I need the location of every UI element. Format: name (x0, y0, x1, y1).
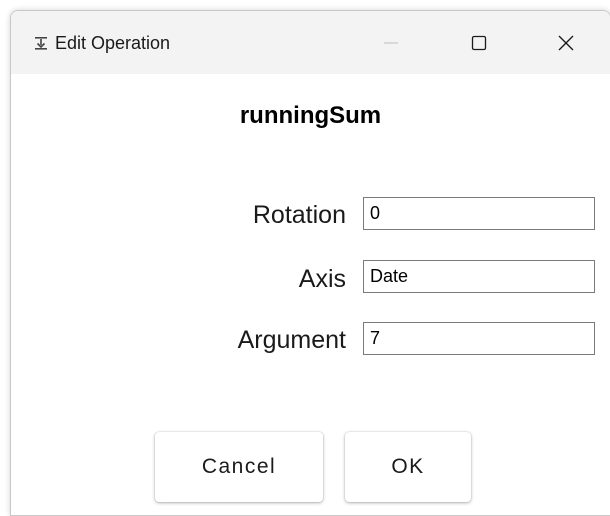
rotation-label: Rotation (252, 201, 346, 229)
cancel-button[interactable]: Cancel (155, 432, 323, 502)
operation-name-heading: runningSum (239, 102, 382, 129)
ok-button[interactable]: OK (345, 432, 471, 502)
minimize-button[interactable] (347, 11, 435, 74)
minimize-icon (384, 41, 398, 44)
close-icon (558, 35, 574, 50)
axis-input[interactable] (363, 260, 595, 293)
argument-input[interactable] (363, 322, 595, 355)
close-button[interactable] (522, 11, 610, 74)
window-title: Edit Operation (55, 33, 171, 53)
axis-label: Axis (298, 265, 346, 293)
maximize-button[interactable] (435, 11, 523, 74)
app-icon (33, 35, 49, 51)
rotation-input[interactable] (363, 197, 595, 230)
edit-operation-window: Edit Operation runningSum Rotation Axis … (10, 10, 610, 516)
maximize-icon (471, 35, 487, 50)
argument-label: Argument (237, 326, 346, 354)
title-bar[interactable]: Edit Operation (11, 11, 610, 74)
